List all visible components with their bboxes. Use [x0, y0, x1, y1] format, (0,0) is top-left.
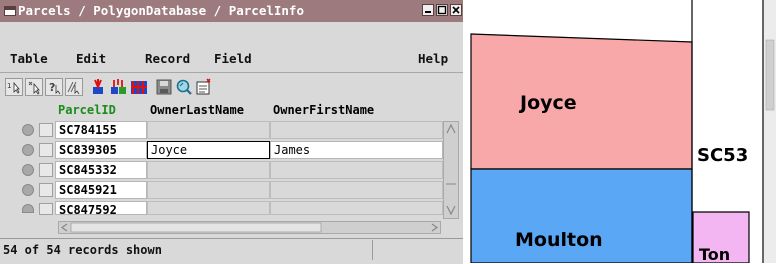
search-icon[interactable]	[175, 78, 193, 96]
row-select-checkbox[interactable]	[39, 183, 53, 197]
window-menu-icon[interactable]	[4, 6, 16, 16]
maximize-icon[interactable]	[436, 4, 448, 16]
menu-record[interactable]: Record	[145, 51, 190, 66]
minimize-icon[interactable]	[422, 4, 434, 16]
parcel-label-ton: Ton	[699, 245, 731, 264]
row-select-checkbox[interactable]	[39, 163, 53, 177]
cell-owner-first-name[interactable]: James	[270, 141, 443, 159]
parcel-label-moulton: Moulton	[515, 229, 603, 251]
record-count-status: 54 of 54 records shown	[3, 243, 162, 257]
cell-owner-last-name[interactable]: Joyce	[147, 141, 270, 159]
cell-parcel-id[interactable]: SC784155	[55, 121, 147, 139]
cell-owner-first-name[interactable]	[270, 161, 443, 179]
vertical-scrollbar[interactable]	[443, 121, 459, 219]
insert-record-icon[interactable]	[25, 78, 43, 96]
menu-table[interactable]: Table	[10, 51, 48, 66]
row-select-checkbox[interactable]	[39, 203, 53, 215]
column-header-ownerfirstname[interactable]: OwnerFirstName	[273, 101, 441, 119]
parcel-label-joyce: Joyce	[520, 92, 577, 114]
menu-help[interactable]: Help	[418, 51, 448, 66]
row-status-icon[interactable]	[22, 184, 34, 196]
close-icon[interactable]	[450, 4, 462, 16]
column-header-parcelid[interactable]: ParcelID	[58, 101, 146, 119]
multi-select-icon[interactable]	[110, 78, 128, 96]
column-header-ownerlastname[interactable]: OwnerLastName	[150, 101, 270, 119]
row-status-icon[interactable]	[22, 144, 34, 156]
cell-owner-first-name[interactable]	[270, 201, 443, 215]
parcel-label-sc53: SC53	[697, 145, 749, 166]
cell-parcel-id[interactable]: SC847592	[55, 201, 147, 215]
cell-parcel-id[interactable]: SC845921	[55, 181, 147, 199]
cell-owner-last-name[interactable]	[147, 181, 270, 199]
cell-parcel-id[interactable]: SC845332	[55, 161, 147, 179]
cell-owner-first-name[interactable]	[270, 181, 443, 199]
menu-field[interactable]: Field	[214, 51, 252, 66]
query-icon[interactable]: ?	[45, 78, 63, 96]
cell-owner-last-name[interactable]	[147, 161, 270, 179]
map-view[interactable]: Joyce Moulton SC53 Ton	[463, 0, 776, 264]
cell-owner-last-name[interactable]	[147, 201, 270, 215]
row-select-checkbox[interactable]	[39, 123, 53, 137]
map-scroll-thumb	[765, 39, 775, 111]
svg-text:1: 1	[7, 82, 11, 90]
map-canvas[interactable]	[463, 0, 776, 263]
svg-text:?: ?	[49, 81, 55, 94]
row-select-checkbox[interactable]	[39, 143, 53, 157]
single-record-view-icon[interactable]: 1	[5, 78, 23, 96]
window-title: Parcels / PolygonDatabase / ParcelInfo	[18, 3, 304, 18]
parcel-info-window: Parcels / PolygonDatabase / ParcelInfo T…	[0, 0, 463, 264]
row-status-icon[interactable]	[22, 204, 34, 213]
horizontal-scrollbar[interactable]	[58, 221, 441, 234]
row-status-icon[interactable]	[22, 164, 34, 176]
title-bar[interactable]: Parcels / PolygonDatabase / ParcelInfo	[0, 0, 463, 22]
highlight-records-icon[interactable]	[130, 78, 148, 96]
parcel-joyce-polygon	[470, 33, 693, 170]
export-icon[interactable]	[195, 78, 213, 96]
status-divider	[372, 240, 373, 260]
map-scrollbar	[764, 0, 776, 263]
menu-edit[interactable]: Edit	[76, 51, 106, 66]
edit-field-icon[interactable]	[65, 78, 83, 96]
row-status-icon[interactable]	[22, 124, 34, 136]
cell-parcel-id[interactable]: SC839305	[55, 141, 147, 159]
save-icon[interactable]	[155, 78, 173, 96]
select-records-icon[interactable]	[90, 78, 108, 96]
cell-owner-last-name[interactable]	[147, 121, 270, 139]
cell-owner-first-name[interactable]	[270, 121, 443, 139]
